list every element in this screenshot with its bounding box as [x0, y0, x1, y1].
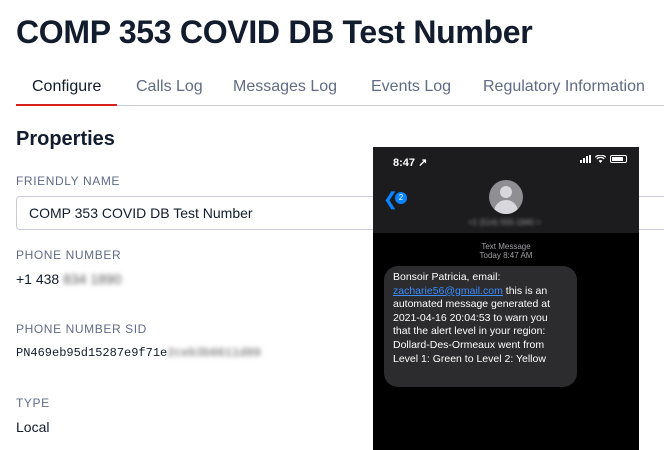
tab-events-log[interactable]: Events Log [371, 78, 451, 105]
unread-badge: 2 [395, 192, 407, 204]
tab-messages-log[interactable]: Messages Log [233, 78, 337, 105]
status-icons [580, 155, 627, 163]
type-label: TYPE [16, 396, 50, 410]
tab-regulatory-information[interactable]: Regulatory Information [483, 78, 645, 105]
signal-icon [580, 155, 591, 163]
tab-calls-log[interactable]: Calls Log [136, 78, 203, 105]
friendly-name-label: FRIENDLY NAME [16, 174, 121, 188]
phone-screenshot: 8:47 ↗ ❮ 2 +1 (514) 555-1840 > Text Mess… [373, 147, 639, 450]
message-text-start: Bonsoir Patricia, email: [393, 271, 501, 283]
phone-number-visible: +1 438 [16, 271, 60, 287]
sid-redacted: 2ceb3b6611d09 [167, 346, 261, 360]
wifi-icon [595, 155, 606, 163]
status-time: 8:47 ↗ [393, 157, 428, 169]
phone-conversation-header: 8:47 ↗ ❮ 2 +1 (514) 555-1840 > [373, 147, 639, 233]
tab-bar: Configure Calls Log Messages Log Events … [16, 78, 664, 106]
type-value: Local [16, 419, 50, 435]
tab-configure[interactable]: Configure [16, 78, 118, 106]
phone-number-sid-label: PHONE NUMBER SID [16, 322, 147, 336]
phone-number-label: PHONE NUMBER [16, 248, 122, 262]
contact-number-redacted: +1 (514) 555-1840 > [468, 218, 541, 227]
message-timestamp: Today 8:47 AM [479, 251, 533, 260]
page-title: COMP 353 COVID DB Test Number [16, 14, 533, 50]
phone-number-redacted: 834 1890 [63, 271, 122, 287]
message-bubble: Bonsoir Patricia, email: zacharie56@gmai… [384, 266, 577, 387]
email-link[interactable]: zacharie56@gmail.com [393, 285, 503, 297]
battery-icon [610, 155, 627, 163]
contact-avatar-icon[interactable] [489, 180, 523, 214]
sid-visible: PN469eb95d15287e9f71e [16, 346, 168, 360]
properties-heading: Properties [16, 128, 115, 150]
message-type-label: Text Message [481, 242, 531, 251]
phone-number-value: +1 438 834 1890 [16, 271, 122, 287]
phone-number-sid-value: PN469eb95d15287e9f71e2ceb3b6611d09 [16, 346, 261, 360]
